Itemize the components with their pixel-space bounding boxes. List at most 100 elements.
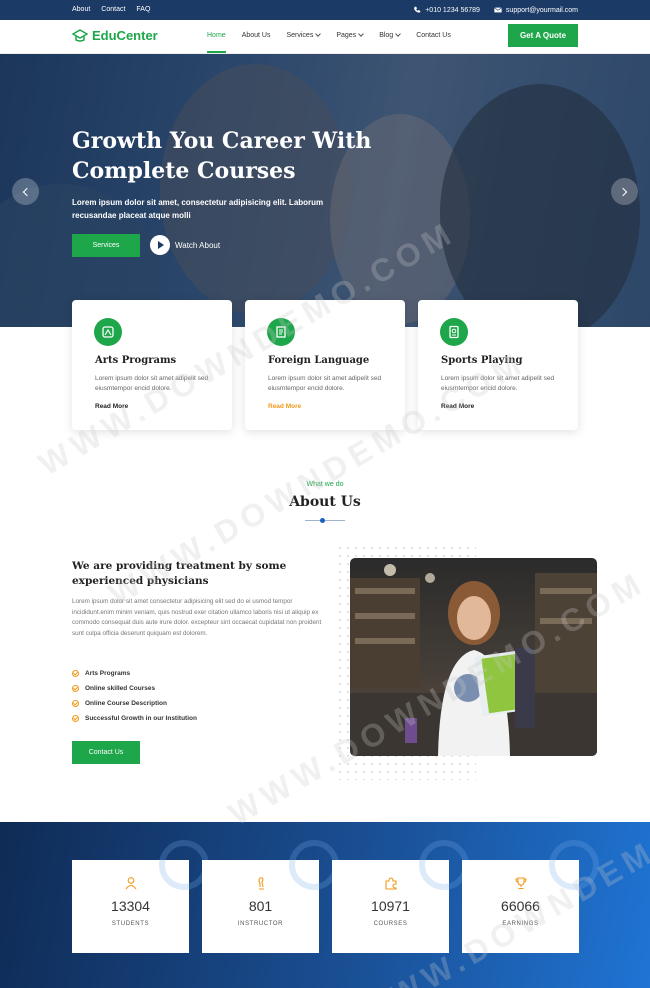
student-illustration <box>350 564 597 756</box>
about-paragraph: Lorem ipsum dolor sit amet consectetur a… <box>72 598 322 637</box>
slider-prev-arrow[interactable] <box>12 178 39 205</box>
feature-card-sports: Sports Playing Lorem ipsum dolor sit ame… <box>418 300 578 430</box>
stat-label: STUDENTS <box>111 921 150 927</box>
nav-about-label: About Us <box>241 32 271 39</box>
list-item-label: Arts Programs <box>85 670 131 677</box>
chevron-down-icon <box>315 31 322 37</box>
list-item-label: Successful Growth in our Institution <box>85 715 197 722</box>
services-button[interactable]: Services <box>72 234 140 257</box>
about-list: Arts Programs Online skilled Courses Onl… <box>72 666 197 726</box>
phone-icon <box>414 6 421 13</box>
stat-value: 13304 <box>111 898 150 914</box>
stat-card-instructor: 801 INSTRUCTOR <box>202 840 339 953</box>
navbar: EduCenter Home About Us Services Pages B… <box>0 20 650 54</box>
check-circle-icon <box>72 700 79 707</box>
phone-info[interactable]: +010 1234 56789 <box>413 6 480 14</box>
stat-card-courses: 10971 COURSES <box>332 840 469 953</box>
top-link-contact[interactable]: Contact <box>101 6 125 13</box>
nav-home[interactable]: Home <box>207 32 226 53</box>
hero-title-line-2: Complete Courses <box>72 158 296 184</box>
stat-card-earnings: 66066 EARNINGS <box>462 840 599 953</box>
trophy-icon <box>440 318 468 346</box>
read-more-link[interactable]: Read More <box>95 403 128 410</box>
list-item-label: Online Course Description <box>85 700 167 707</box>
list-item: Successful Growth in our Institution <box>72 711 197 726</box>
slider-next-arrow[interactable] <box>611 178 638 205</box>
nav-services[interactable]: Services <box>286 31 322 39</box>
feature-card-language: Foreign Language Lorem ipsum dolor sit a… <box>245 300 405 430</box>
student-photo <box>350 558 597 756</box>
check-circle-icon <box>72 685 79 692</box>
read-more-link[interactable]: Read More <box>268 403 301 410</box>
stat-label: INSTRUCTOR <box>237 921 284 927</box>
top-link-faq[interactable]: FAQ <box>136 6 150 13</box>
top-bar: About Contact FAQ +010 1234 56789 suppor… <box>0 0 650 20</box>
chevron-left-icon <box>22 187 32 196</box>
stat-value: 801 <box>248 898 273 914</box>
top-links: About Contact FAQ <box>72 6 150 13</box>
logo-text: EduCenter <box>92 28 158 43</box>
hero-title: Growth You Career With Complete Courses <box>72 126 392 186</box>
list-item: Online skilled Courses <box>72 681 197 696</box>
get-a-quote-button[interactable]: Get A Quote <box>508 24 578 47</box>
email-info[interactable]: support@yourmail.com <box>494 6 578 14</box>
puzzle-icon <box>332 876 449 890</box>
feature-title: Sports Playing <box>441 355 523 366</box>
feature-desc: Lorem ipsum dolor sit amet adipelit sed … <box>268 375 382 392</box>
trophy-icon <box>462 876 579 890</box>
nav-contact-label: Contact Us <box>416 32 451 39</box>
title-divider <box>305 520 345 521</box>
check-circle-icon <box>72 670 79 677</box>
chevron-down-icon <box>395 31 402 37</box>
chevron-right-icon <box>618 187 628 196</box>
email-icon <box>494 7 502 13</box>
contact-us-button[interactable]: Contact Us <box>72 741 140 764</box>
stat-label: COURSES <box>373 921 408 927</box>
check-circle-icon <box>72 715 79 722</box>
chess-icon <box>202 876 319 890</box>
about-title: About Us <box>289 494 361 510</box>
watch-about-button[interactable]: Watch About <box>150 235 220 255</box>
feature-title: Arts Programs <box>95 355 177 366</box>
nav-home-label: Home <box>207 32 226 39</box>
nav-blog[interactable]: Blog <box>379 31 402 39</box>
email-text: support@yourmail.com <box>505 6 578 14</box>
stats-section: 13304 STUDENTS 801 INSTRUCTOR 10971 COUR… <box>0 822 650 988</box>
logo[interactable]: EduCenter <box>72 28 158 43</box>
hero-slider: Growth You Career With Complete Courses … <box>0 54 650 327</box>
stat-label: EARNINGS <box>502 921 539 927</box>
paint-icon <box>94 318 122 346</box>
nav-pages-label: Pages <box>336 32 357 39</box>
graduation-cap-icon <box>72 28 88 42</box>
hero-overlay <box>0 54 650 327</box>
stat-value: 10971 <box>371 898 410 914</box>
about-tagline: What we do <box>306 481 344 488</box>
user-icon <box>72 876 189 890</box>
nav-blog-label: Blog <box>379 32 394 39</box>
book-icon <box>267 318 295 346</box>
watch-about-label: Watch About <box>175 240 221 250</box>
read-more-link[interactable]: Read More <box>441 403 474 410</box>
feature-title: Foreign Language <box>268 355 370 366</box>
list-item-label: Online skilled Courses <box>85 685 156 692</box>
main-nav: Home About Us Services Pages Blog Contac… <box>207 31 467 53</box>
title-divider-dot <box>320 518 325 523</box>
chevron-down-icon <box>358 31 365 37</box>
top-contact: +010 1234 56789 support@yourmail.com <box>413 6 578 14</box>
nav-pages[interactable]: Pages <box>336 31 365 39</box>
feature-card-arts: Arts Programs Lorem ipsum dolor sit amet… <box>72 300 232 430</box>
stat-value: 66066 <box>501 898 540 914</box>
phone-text: +010 1234 56789 <box>425 6 480 14</box>
play-icon <box>150 235 170 255</box>
nav-about-us[interactable]: About Us <box>242 32 271 39</box>
feature-desc: Lorem ipsum dolor sit amet adipelit sed … <box>441 375 555 392</box>
list-item: Arts Programs <box>72 666 197 681</box>
feature-desc: Lorem ipsum dolor sit amet adipelit sed … <box>95 375 209 392</box>
nav-contact-us[interactable]: Contact Us <box>416 32 451 39</box>
about-heading: We are providing treatment by some exper… <box>72 560 287 587</box>
list-item: Online Course Description <box>72 696 197 711</box>
hero-title-line-1: Growth You Career With <box>72 128 372 154</box>
stat-card-students: 13304 STUDENTS <box>72 840 209 953</box>
top-link-about[interactable]: About <box>72 6 90 13</box>
nav-services-label: Services <box>286 32 314 39</box>
